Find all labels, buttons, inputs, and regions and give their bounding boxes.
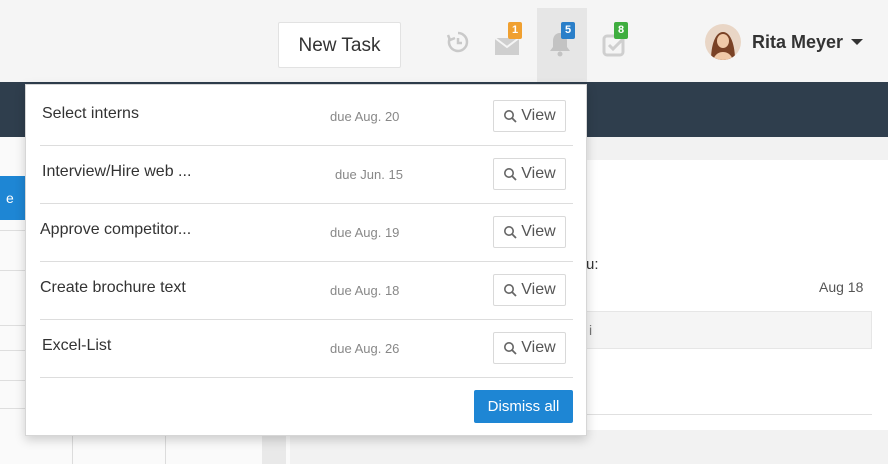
comment-input[interactable] (586, 311, 872, 349)
chevron-down-icon (851, 39, 864, 45)
list-item[interactable]: Approve competitor... due Aug. 19 View (40, 203, 573, 262)
notifications-badge: 5 (561, 22, 575, 39)
blue-tab[interactable]: e (0, 176, 25, 220)
view-button[interactable]: View (493, 158, 566, 190)
task-due: due Aug. 19 (330, 225, 400, 240)
search-icon (504, 168, 517, 181)
grid-line (0, 408, 25, 409)
list-item[interactable]: Excel-List due Aug. 26 View (40, 319, 573, 378)
task-due: due Aug. 18 (330, 283, 400, 298)
view-button[interactable]: View (493, 100, 566, 132)
notifications-dropdown: Select interns due Aug. 20 View Intervie… (25, 84, 587, 436)
user-name: Rita Meyer (752, 31, 844, 52)
task-title: Approve competitor... (40, 221, 192, 238)
task-due: due Jun. 15 (335, 167, 403, 182)
search-icon (504, 226, 517, 239)
grid-line (0, 230, 25, 231)
search-icon (504, 342, 517, 355)
task-due: due Aug. 20 (330, 109, 400, 124)
search-icon (504, 284, 517, 297)
task-title: Select interns (42, 105, 139, 122)
tasks-badge: 8 (614, 22, 628, 39)
comment-input-text: i (589, 322, 593, 338)
avatar (705, 24, 741, 60)
task-due: due Aug. 26 (330, 341, 400, 356)
list-item[interactable]: Select interns due Aug. 20 View (40, 87, 573, 146)
task-title: Create brochure text (40, 279, 186, 296)
grid-line (0, 270, 25, 271)
partial-label: u: (586, 256, 599, 273)
list-item[interactable]: Create brochure text due Aug. 18 View (40, 261, 573, 320)
grid-line (0, 350, 25, 351)
view-button[interactable]: View (493, 332, 566, 364)
task-title: Excel-List (42, 337, 112, 354)
task-title: Interview/Hire web ... (42, 163, 192, 180)
history-icon[interactable] (446, 30, 470, 54)
view-button[interactable]: View (493, 274, 566, 306)
messages-badge: 1 (508, 22, 522, 39)
grid-line (0, 325, 25, 326)
new-task-button[interactable]: New Task (278, 22, 401, 68)
list-item[interactable]: Interview/Hire web ... due Jun. 15 View (40, 145, 573, 204)
message-date: Aug 18 (819, 279, 864, 295)
user-menu[interactable]: Rita Meyer (705, 20, 864, 64)
view-button[interactable]: View (493, 216, 566, 248)
dismiss-all-button[interactable]: Dismiss all (474, 390, 573, 423)
search-icon (504, 110, 517, 123)
grid-line (0, 380, 25, 381)
divider (586, 414, 872, 415)
